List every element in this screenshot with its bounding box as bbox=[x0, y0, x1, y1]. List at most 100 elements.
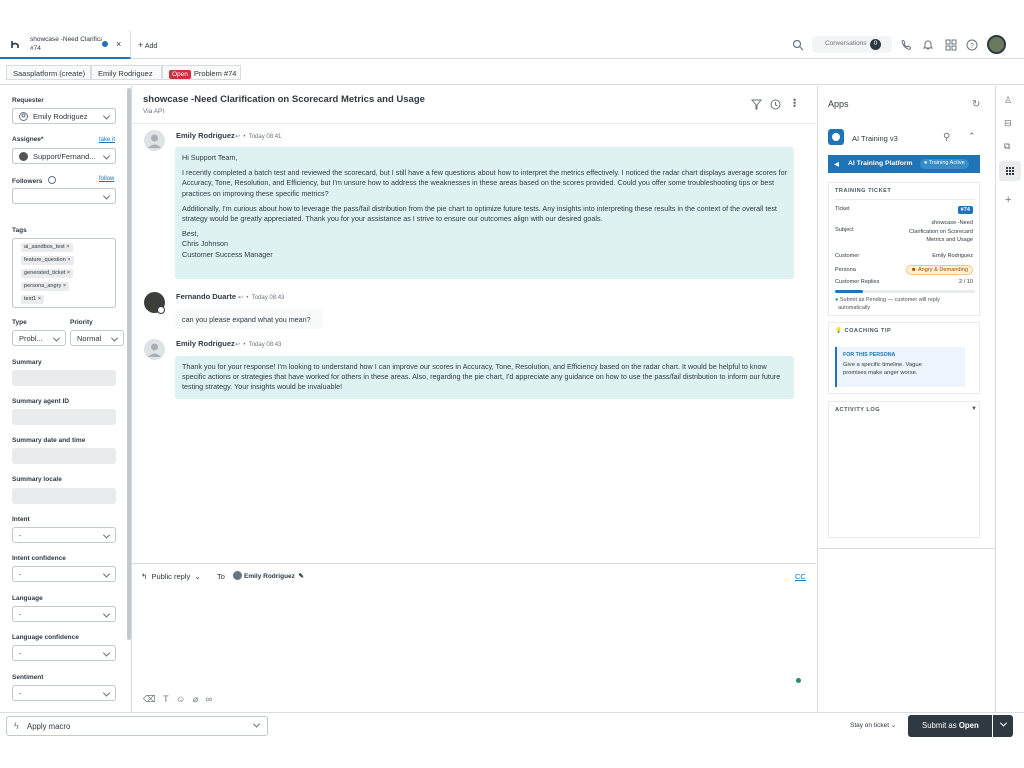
requester-label: Requester bbox=[12, 97, 44, 104]
activity-title: ACTIVITY LOG bbox=[835, 407, 881, 413]
megaphone-icon: ◀ bbox=[834, 161, 839, 168]
requester-field[interactable]: Emily Rodriguez bbox=[12, 108, 116, 124]
message-author[interactable]: Fernando Duarte bbox=[176, 292, 236, 301]
app-name: AI Training v3 bbox=[852, 134, 898, 143]
stay-on-ticket-select[interactable]: Stay on ticket ⌄ bbox=[850, 721, 896, 729]
ticket-label: Problem #74 bbox=[193, 69, 237, 78]
persona-badge: ☻ Angry & Demanding bbox=[905, 265, 973, 275]
summary-field[interactable] bbox=[12, 370, 116, 386]
knowledge-icon[interactable]: ⊟ bbox=[1004, 118, 1012, 129]
language-confidence-label: Language confidence bbox=[12, 634, 79, 641]
reply-mode-select[interactable]: ↰ Public reply ⌄ bbox=[141, 572, 201, 581]
history-icon[interactable] bbox=[770, 99, 782, 111]
recipient-chip[interactable]: Emily Rodriguez ✎ bbox=[233, 571, 304, 580]
collapse-icon[interactable]: ⌃ bbox=[968, 131, 976, 142]
message-paragraph: Additionally, I'm curious about how to l… bbox=[182, 203, 777, 224]
type-label: Type bbox=[12, 319, 27, 326]
apps-panel: Apps ↻ AI Training v3 ⚲ ⌃ ◀ AI Training … bbox=[817, 86, 996, 712]
chevron-down-icon bbox=[999, 719, 1008, 727]
sentiment-label: Sentiment bbox=[12, 674, 44, 681]
apply-macro-select[interactable]: ϟ Apply macro bbox=[6, 716, 268, 736]
submit-note: ● Submit as Pending — customer will repl… bbox=[835, 297, 940, 311]
sentiment-select[interactable]: - bbox=[12, 685, 116, 701]
emoji-icon[interactable]: ☺ bbox=[176, 694, 185, 704]
language-select[interactable]: - bbox=[12, 606, 116, 622]
chevron-down-icon bbox=[102, 570, 111, 578]
intent-select[interactable]: - bbox=[12, 527, 116, 543]
chevron-down-icon bbox=[110, 334, 119, 342]
intent-confidence-select[interactable]: - bbox=[12, 566, 116, 582]
platform-header: ◀ AI Training Platform ● Training Active bbox=[828, 155, 980, 173]
message-paragraph: I recently completed a batch test and re… bbox=[182, 168, 787, 198]
message-time: ↩ • Today 08:43 bbox=[238, 295, 285, 301]
apps-rail-icon[interactable] bbox=[999, 161, 1021, 181]
customer-row: Customer Emily Rodriguez bbox=[835, 253, 973, 259]
message-body: Hi Support Team, I recently completed a … bbox=[175, 147, 794, 279]
chevron-down-icon bbox=[102, 152, 111, 160]
follow-link[interactable]: follow bbox=[99, 176, 114, 182]
expand-icon[interactable]: ▼ bbox=[971, 406, 977, 412]
tag-chip: generated_ticket × bbox=[21, 269, 74, 278]
bell-icon[interactable] bbox=[922, 39, 934, 51]
filter-icon[interactable] bbox=[751, 99, 763, 111]
replies-row: Customer Replies 2 / 10 bbox=[835, 279, 973, 285]
person-icon bbox=[19, 112, 28, 121]
priority-select[interactable]: Normal bbox=[70, 330, 124, 346]
related-icon[interactable]: ⧉ bbox=[1004, 141, 1010, 152]
type-select[interactable]: Probl... bbox=[12, 330, 66, 346]
close-tab-icon[interactable]: × bbox=[116, 39, 121, 49]
link-icon[interactable]: ∞ bbox=[206, 694, 212, 704]
refresh-icon[interactable]: ↻ bbox=[972, 99, 980, 110]
followers-field[interactable] bbox=[12, 188, 116, 204]
take-it-link[interactable]: take it bbox=[99, 137, 115, 143]
text-format-icon[interactable]: T bbox=[163, 694, 169, 704]
chevron-down-icon bbox=[102, 112, 111, 120]
attachment-icon[interactable]: ⌀ bbox=[193, 694, 198, 704]
summary-agent-field[interactable] bbox=[12, 409, 116, 425]
bottom-bar: ϟ Apply macro Stay on ticket ⌄ Submit as… bbox=[0, 712, 1024, 738]
message-body: Thank you for your response! I'm looking… bbox=[175, 356, 794, 399]
breadcrumb: Saasplatform (create) Emily Rodriguez Op… bbox=[0, 60, 1024, 85]
phone-icon[interactable] bbox=[900, 39, 912, 51]
conversations-button[interactable]: Conversations 0 bbox=[812, 36, 892, 53]
search-icon[interactable] bbox=[792, 39, 804, 51]
help-icon[interactable]: ? bbox=[966, 39, 978, 51]
language-confidence-select[interactable]: - bbox=[12, 645, 116, 661]
card-title: TRAINING TICKET bbox=[835, 188, 892, 194]
message-author[interactable]: Emily Rodriguez bbox=[176, 131, 235, 140]
persona-tip: FOR THIS PERSONA Give a specific timelin… bbox=[835, 347, 965, 387]
submit-options-button[interactable] bbox=[993, 715, 1013, 737]
reply-editor[interactable]: ↰ Public reply ⌄ To Emily Rodriguez ✎ CC… bbox=[132, 563, 816, 712]
more-options-icon[interactable]: • • • bbox=[793, 96, 796, 111]
tag-chip: ai_sandbox_test × bbox=[21, 243, 73, 252]
breadcrumb-user[interactable]: Emily Rodriguez bbox=[91, 65, 162, 80]
pin-icon[interactable]: ⚲ bbox=[943, 132, 950, 143]
ticket-subject[interactable]: showcase -Need Clarification on Scorecar… bbox=[143, 94, 425, 105]
ticket-tab[interactable]: showcase -Need Clarificat #74 × bbox=[0, 31, 131, 59]
add-app-icon[interactable]: + bbox=[1005, 194, 1011, 206]
breadcrumb-ticket[interactable]: Open Problem #74 bbox=[162, 65, 241, 80]
summary-date-field[interactable] bbox=[12, 448, 116, 464]
app-logo-icon bbox=[828, 129, 844, 145]
user-profile-icon[interactable]: ♙ bbox=[1004, 95, 1012, 106]
subject-row: Subject showcase -Need Clarification on S… bbox=[835, 220, 973, 243]
cc-link[interactable]: CC bbox=[795, 572, 806, 581]
assignee-field[interactable]: Support/Fernand... bbox=[12, 148, 116, 164]
ticket-properties-panel: Requester Emily Rodriguez Assignee* take… bbox=[0, 86, 126, 712]
add-tab-button[interactable]: + Add bbox=[138, 40, 157, 50]
tags-field[interactable]: ai_sandbox_test × feature_question × gen… bbox=[12, 238, 116, 308]
message-paragraph: Hi Support Team, bbox=[182, 153, 238, 162]
training-ticket-card: TRAINING TICKET Ticket #74 Subject showc… bbox=[828, 182, 980, 316]
formatting-toolbar: ⌫ T ☺ ⌀ ∞ bbox=[143, 694, 212, 705]
info-icon bbox=[48, 176, 57, 184]
eraser-icon[interactable]: ⌫ bbox=[143, 694, 156, 704]
user-avatar[interactable] bbox=[987, 35, 1006, 54]
submit-button[interactable]: Submit as Open bbox=[908, 715, 992, 737]
summary-locale-field[interactable] bbox=[12, 488, 116, 504]
apps-grid-icon[interactable] bbox=[945, 39, 957, 51]
breadcrumb-org[interactable]: Saasplatform (create) bbox=[6, 65, 91, 80]
agent-badge bbox=[157, 306, 165, 314]
message-author[interactable]: Emily Rodriguez bbox=[176, 339, 235, 348]
activity-log-card[interactable]: ACTIVITY LOG ▼ bbox=[828, 401, 980, 538]
message-signature: Best, bbox=[182, 229, 199, 239]
